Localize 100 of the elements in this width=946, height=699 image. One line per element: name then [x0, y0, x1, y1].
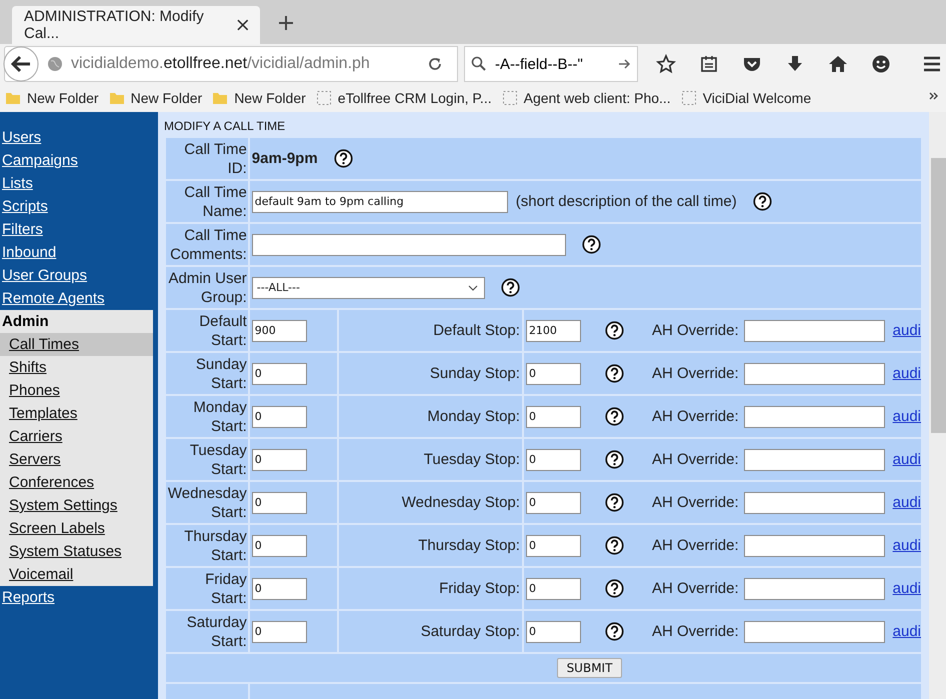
bookmark[interactable]: New Folder	[207, 90, 311, 106]
field-label: Call Time ID:	[184, 140, 247, 176]
bookmark[interactable]: New Folder	[104, 90, 208, 106]
field-label: Default Start:	[199, 312, 247, 348]
start-field[interactable]: 0	[252, 620, 307, 642]
sidebar-subitem[interactable]: Phones	[0, 379, 153, 402]
sidebar-link[interactable]: Users	[0, 126, 158, 149]
start-field[interactable]: 0	[252, 362, 307, 384]
comments-field[interactable]	[252, 234, 566, 256]
stop-field[interactable]: 0	[526, 492, 581, 514]
sidebar-link[interactable]: Remote Agents	[0, 287, 158, 310]
sidebar-link[interactable]: Filters	[0, 218, 158, 241]
override-field[interactable]	[744, 362, 885, 384]
section-heading[interactable]: Admin	[0, 310, 153, 333]
sidebar-subitem[interactable]: Screen Labels	[0, 517, 153, 540]
field-label: Wednesday Start:	[168, 484, 247, 520]
stop-field[interactable]: 0	[526, 620, 581, 642]
override-field[interactable]	[744, 448, 885, 470]
sidebar-subitem[interactable]: System Statuses	[0, 540, 153, 563]
bookmark[interactable]: ViciDial Welcome	[676, 90, 816, 106]
help-icon[interactable]	[604, 407, 624, 426]
help-icon[interactable]	[752, 192, 772, 211]
sidebar-subitem[interactable]: Servers	[0, 448, 153, 471]
scrollbar[interactable]	[929, 112, 946, 699]
sidebar-subitem[interactable]: Shifts	[0, 356, 153, 379]
close-icon[interactable]	[236, 18, 250, 32]
sidebar-subitem[interactable]: System Settings	[0, 494, 153, 517]
sidebar-subitem[interactable]: Carriers	[0, 425, 153, 448]
start-field[interactable]: 900	[252, 320, 307, 342]
override-field[interactable]	[744, 492, 885, 514]
audio-link[interactable]: audi	[892, 623, 921, 640]
field-label: Monday Start:	[193, 398, 247, 434]
submit-button[interactable]: SUBMIT	[556, 658, 622, 678]
help-icon[interactable]	[334, 149, 353, 168]
group-dropdown[interactable]: ---ALL---	[252, 276, 485, 298]
browser-tab[interactable]: ADMINISTRATION: Modify Cal...	[12, 6, 260, 44]
help-icon[interactable]	[604, 579, 624, 598]
help-icon[interactable]	[604, 493, 624, 512]
clipboard-icon[interactable]	[699, 54, 719, 74]
sidebar-subitem[interactable]: Conferences	[0, 471, 153, 494]
audio-link[interactable]: audi	[892, 408, 921, 425]
home-icon[interactable]	[828, 54, 848, 74]
stop-field[interactable]: 0	[526, 534, 581, 556]
chevron-icon[interactable]	[928, 90, 940, 102]
start-field[interactable]: 0	[252, 492, 307, 514]
smiley-icon[interactable]	[871, 54, 891, 74]
start-field[interactable]: 0	[252, 578, 307, 600]
stop-field[interactable]: 2100	[526, 320, 581, 342]
audio-link[interactable]: audi	[892, 537, 921, 554]
help-icon[interactable]	[582, 235, 601, 254]
reload-icon[interactable]	[427, 56, 443, 72]
help-icon[interactable]	[604, 536, 624, 555]
start-field[interactable]: 0	[252, 448, 307, 470]
help-icon[interactable]	[604, 364, 624, 383]
star-icon[interactable]	[656, 54, 676, 74]
bookmark[interactable]: Agent web client: Pho...	[496, 90, 676, 106]
arrow-right-icon[interactable]	[617, 57, 631, 71]
sidebar-subitem[interactable]: Call Times	[0, 333, 153, 356]
sidebar-link[interactable]: Lists	[0, 172, 158, 195]
field-label: AH Override:	[652, 451, 739, 468]
audio-link[interactable]: audi	[892, 494, 921, 511]
audio-link[interactable]: audi	[892, 451, 921, 468]
sidebar-link[interactable]: Reports	[0, 586, 158, 609]
help-icon[interactable]	[500, 278, 520, 297]
help-icon[interactable]	[604, 321, 624, 340]
field-label: Tuesday Start:	[190, 442, 247, 478]
sidebar-link[interactable]: Inbound	[0, 241, 158, 264]
bookmark[interactable]: eTollfree CRM Login, P...	[310, 90, 497, 106]
menu-icon[interactable]	[922, 54, 942, 74]
override-field[interactable]	[744, 320, 885, 342]
name-field[interactable]: default 9am to 9pm calling	[252, 190, 508, 212]
caret-icon	[468, 284, 478, 290]
sidebar-subitem[interactable]: Voicemail	[0, 563, 153, 586]
url-text: vicidialdemo.etollfree.net/vicidial/admin.ph	[71, 55, 371, 73]
stop-field[interactable]: 0	[526, 406, 581, 428]
audio-link[interactable]: audi	[892, 365, 921, 382]
address-bar[interactable]: vicidialdemo.etollfree.net/vicidial/admin.ph	[4, 46, 458, 82]
sidebar-subitem[interactable]: Templates	[0, 402, 153, 425]
start-field[interactable]: 0	[252, 534, 307, 556]
help-icon[interactable]	[604, 450, 624, 469]
new-tab-icon[interactable]	[278, 15, 294, 31]
sidebar-link[interactable]: Campaigns	[0, 149, 158, 172]
bookmark[interactable]: New Folder	[0, 90, 104, 106]
override-field[interactable]	[744, 620, 885, 642]
audio-link[interactable]: audi	[892, 580, 921, 597]
search-field[interactable]: -A--field--B--"	[464, 46, 638, 82]
stop-field[interactable]: 0	[526, 578, 581, 600]
stop-field[interactable]: 0	[526, 448, 581, 470]
audio-link[interactable]: audi	[892, 322, 921, 339]
field-label: Admin User Group:	[168, 270, 247, 306]
override-field[interactable]	[744, 534, 885, 556]
back-icon[interactable]	[3, 46, 39, 82]
override-field[interactable]	[744, 406, 885, 428]
sidebar-link[interactable]: Scripts	[0, 195, 158, 218]
scrollbar-thumb[interactable]	[931, 158, 946, 433]
sidebar-link[interactable]: User Groups	[0, 264, 158, 287]
help-icon[interactable]	[604, 622, 624, 641]
start-field[interactable]: 0	[252, 406, 307, 428]
stop-field[interactable]: 0	[526, 362, 581, 384]
override-field[interactable]	[744, 578, 885, 600]
